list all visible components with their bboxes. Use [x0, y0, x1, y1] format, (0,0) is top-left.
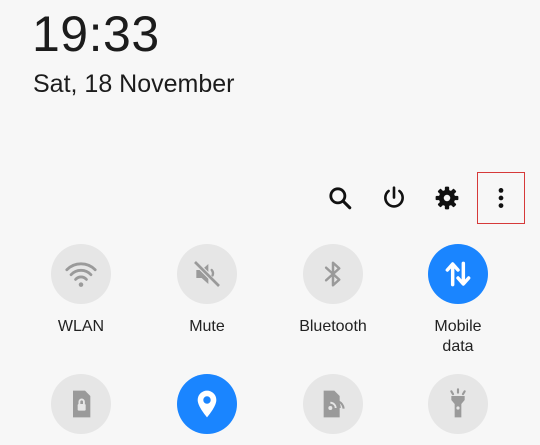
tile-wlan[interactable]: WLAN: [21, 244, 141, 337]
tile-share[interactable]: [273, 374, 393, 434]
tile-mobile-data-label: Mobile data: [434, 318, 482, 355]
settings-button[interactable]: [423, 172, 471, 224]
tile-bluetooth[interactable]: Bluetooth: [273, 244, 393, 337]
tile-bluetooth-circle[interactable]: [303, 244, 363, 304]
location-icon: [197, 390, 217, 418]
tile-wlan-circle[interactable]: [51, 244, 111, 304]
power-button[interactable]: [370, 172, 418, 224]
bluetooth-icon: [324, 261, 341, 287]
search-icon: [329, 187, 352, 210]
tile-flashlight[interactable]: [398, 374, 518, 434]
tile-share-circle[interactable]: [303, 374, 363, 434]
tile-portrait-lock[interactable]: [21, 374, 141, 434]
more-options-button[interactable]: [477, 172, 525, 224]
mobile-data-icon: [445, 261, 471, 287]
tile-mute-label: Mute: [189, 318, 225, 335]
tile-mute[interactable]: Mute: [147, 244, 267, 337]
tile-mobile-data[interactable]: Mobile data: [398, 244, 518, 357]
more-vertical-icon: [498, 188, 504, 208]
portrait-lock-icon: [73, 390, 91, 418]
tile-mobile-data-circle[interactable]: [428, 244, 488, 304]
date: Sat, 18 November: [33, 70, 235, 98]
tile-wlan-label: WLAN: [57, 318, 105, 335]
power-icon: [384, 186, 404, 208]
wifi-icon: [65, 262, 97, 287]
quick-panel-toolbar: [0, 172, 540, 224]
tile-portrait-lock-circle[interactable]: [51, 374, 111, 434]
gear-icon: [435, 186, 459, 210]
share-icon: [323, 390, 345, 418]
flashlight-icon: [450, 388, 466, 418]
mute-icon: [193, 260, 221, 288]
tile-location[interactable]: [147, 374, 267, 434]
search-button[interactable]: [316, 172, 364, 224]
tile-location-circle[interactable]: [177, 374, 237, 434]
tile-mute-circle[interactable]: [177, 244, 237, 304]
tile-flashlight-circle[interactable]: [428, 374, 488, 434]
clock: 19:33: [32, 6, 160, 62]
tile-bluetooth-label: Bluetooth: [299, 318, 367, 335]
